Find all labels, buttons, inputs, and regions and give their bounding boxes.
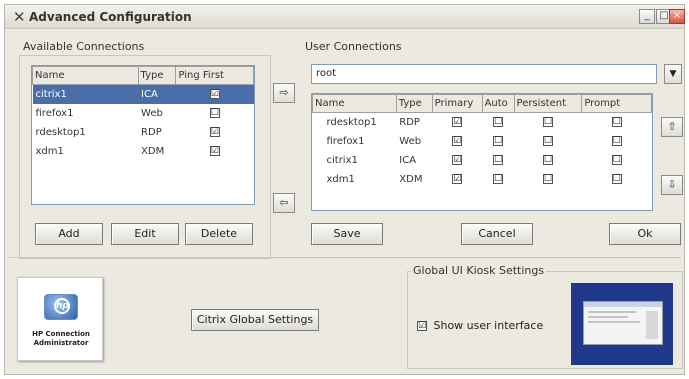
col-ping-first[interactable]: Ping First xyxy=(175,66,254,85)
conn-name: rdesktop1 xyxy=(326,116,377,128)
ping-first-checkbox[interactable]: ☐ xyxy=(209,107,220,118)
minimize-button[interactable]: _ xyxy=(639,9,655,24)
logo-line-1: HP Connection xyxy=(32,330,90,338)
remove-from-user-arrow-icon[interactable]: ⇦ xyxy=(273,193,295,213)
chevron-down-icon[interactable]: ▼ xyxy=(664,64,682,84)
conn-type: ICA xyxy=(399,154,417,166)
table-row[interactable]: xdm1 XDM ☑ xyxy=(33,142,254,161)
col-auto[interactable]: Auto xyxy=(481,94,515,113)
col-type[interactable]: Type xyxy=(395,94,433,113)
persistent-checkbox[interactable]: ☐ xyxy=(542,135,553,146)
table-row[interactable]: rdesktop1 RDP ☑ ☐ ☐ ☐ xyxy=(313,113,652,132)
col-name[interactable]: Name xyxy=(312,94,397,113)
table-row[interactable]: citrix1 ICA ☑ ☐ ☐ ☐ xyxy=(313,151,652,170)
persistent-checkbox[interactable]: ☐ xyxy=(542,173,553,184)
auto-checkbox[interactable]: ☐ xyxy=(493,135,504,146)
primary-checkbox[interactable]: ☑ xyxy=(452,173,463,184)
show-user-interface-checkbox[interactable]: ☑ xyxy=(417,321,427,331)
move-up-arrow-icon[interactable]: ⇧ xyxy=(661,117,683,137)
conn-name: firefox1 xyxy=(326,135,365,147)
auto-checkbox[interactable]: ☐ xyxy=(493,154,504,165)
conn-name: citrix1 xyxy=(326,154,358,166)
ping-first-checkbox[interactable]: ☑ xyxy=(209,126,220,137)
primary-checkbox[interactable]: ☑ xyxy=(452,154,463,165)
hp-logo-icon: hp xyxy=(44,294,78,320)
delete-button[interactable]: Delete xyxy=(185,223,253,245)
primary-checkbox[interactable]: ☑ xyxy=(452,116,463,127)
table-row[interactable]: citrix1 ICA ☑ xyxy=(32,84,254,104)
user-select-value: root xyxy=(316,68,337,79)
col-prompt[interactable]: Prompt xyxy=(581,94,652,113)
col-type[interactable]: Type xyxy=(137,66,177,85)
conn-name: firefox1 xyxy=(35,107,74,119)
logo-line-2: Administrator xyxy=(33,339,89,347)
conn-type: ICA xyxy=(138,84,176,104)
ping-first-checkbox[interactable]: ☑ xyxy=(209,145,220,156)
conn-type: Web xyxy=(399,135,422,147)
table-row[interactable]: firefox1 Web ☐ xyxy=(33,104,254,123)
show-user-interface-label: Show user interface xyxy=(433,319,544,332)
hp-logo: hp HP Connection Administrator xyxy=(17,277,103,361)
col-name[interactable]: Name xyxy=(32,66,139,85)
col-persistent[interactable]: Persistent xyxy=(513,94,583,113)
conn-name: xdm1 xyxy=(326,173,355,185)
window-title: Advanced Configuration xyxy=(29,10,192,24)
kiosk-settings-label: Global UI Kiosk Settings xyxy=(411,264,547,277)
table-row[interactable]: rdesktop1 RDP ☑ xyxy=(33,123,254,142)
persistent-checkbox[interactable]: ☐ xyxy=(542,154,553,165)
add-button[interactable]: Add xyxy=(35,223,103,245)
auto-checkbox[interactable]: ☐ xyxy=(493,116,504,127)
user-connections-label: User Connections xyxy=(305,40,402,53)
save-button[interactable]: Save xyxy=(311,223,383,245)
app-x-icon: ✕ xyxy=(13,8,26,26)
user-connections-table: Name Type Primary Auto Persistent Prompt… xyxy=(311,93,653,211)
conn-type: XDM xyxy=(399,173,423,185)
col-primary[interactable]: Primary xyxy=(431,94,483,113)
title-bar: ✕ Advanced Configuration _ □ × xyxy=(5,5,685,29)
available-connections-table: Name Type Ping First citrix1 ICA ☑ firef… xyxy=(31,65,255,205)
close-button[interactable]: × xyxy=(669,9,685,24)
auto-checkbox[interactable]: ☐ xyxy=(493,173,504,184)
edit-button[interactable]: Edit xyxy=(111,223,179,245)
divider xyxy=(9,257,681,258)
conn-name: rdesktop1 xyxy=(35,126,86,138)
show-user-interface-option[interactable]: ☑ Show user interface xyxy=(417,319,543,332)
advanced-configuration-window: ✕ Advanced Configuration _ □ × Available… xyxy=(4,4,685,375)
table-row[interactable]: firefox1 Web ☑ ☐ ☐ ☐ xyxy=(313,132,652,151)
ping-first-checkbox[interactable]: ☑ xyxy=(209,88,220,99)
ui-preview-thumbnail xyxy=(571,283,673,365)
conn-type: RDP xyxy=(141,126,162,138)
move-down-arrow-icon[interactable]: ⇩ xyxy=(661,175,683,195)
conn-name: citrix1 xyxy=(32,84,139,104)
prompt-checkbox[interactable]: ☐ xyxy=(611,154,622,165)
prompt-checkbox[interactable]: ☐ xyxy=(611,135,622,146)
add-to-user-arrow-icon[interactable]: ⇨ xyxy=(273,83,295,103)
ok-button[interactable]: Ok xyxy=(609,223,681,245)
conn-type: RDP xyxy=(399,116,420,128)
primary-checkbox[interactable]: ☑ xyxy=(452,135,463,146)
persistent-checkbox[interactable]: ☐ xyxy=(542,116,553,127)
available-connections-label: Available Connections xyxy=(23,40,145,53)
citrix-global-settings-button[interactable]: Citrix Global Settings xyxy=(191,309,319,331)
conn-type: XDM xyxy=(141,145,165,157)
table-row[interactable]: xdm1 XDM ☑ ☐ ☐ ☐ xyxy=(313,170,652,189)
prompt-checkbox[interactable]: ☐ xyxy=(611,173,622,184)
user-select[interactable]: root xyxy=(311,64,657,84)
cancel-button[interactable]: Cancel xyxy=(461,223,533,245)
conn-type: Web xyxy=(141,107,163,119)
prompt-checkbox[interactable]: ☐ xyxy=(611,116,622,127)
conn-name: xdm1 xyxy=(35,145,64,157)
